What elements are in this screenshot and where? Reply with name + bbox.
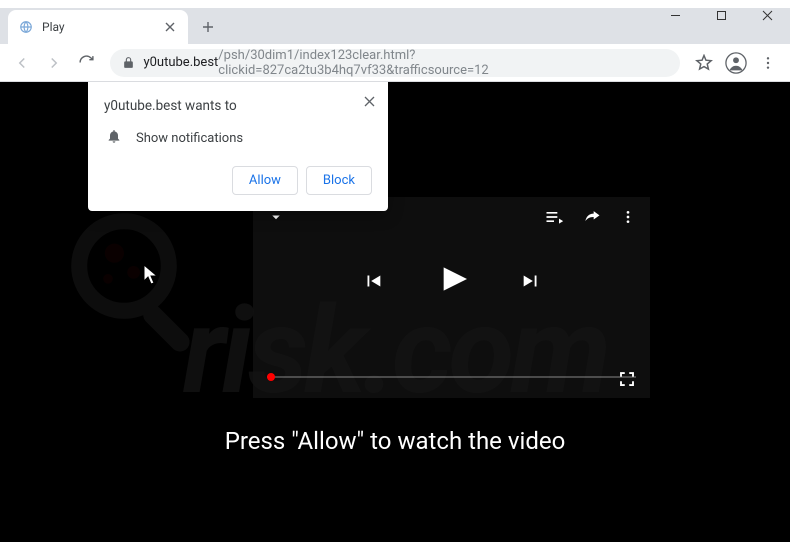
- tab-close-button[interactable]: [162, 19, 178, 35]
- lock-icon: [122, 56, 135, 69]
- allow-button[interactable]: Allow: [232, 166, 298, 195]
- permission-title: y0utube.best wants to: [104, 98, 372, 114]
- queue-icon[interactable]: [544, 207, 564, 227]
- fullscreen-button[interactable]: [618, 370, 636, 388]
- url-path: /psh/30dim1/index123clear.html?clickid=8…: [218, 48, 668, 78]
- permission-dialog: y0utube.best wants to Show notifications…: [88, 82, 388, 211]
- tab-strip: Play: [0, 8, 790, 44]
- share-icon[interactable]: [582, 207, 602, 227]
- page-content: risk.com y0utube.best wants to Show noti…: [0, 82, 790, 542]
- close-window-button[interactable]: [744, 0, 790, 30]
- progress-thumb[interactable]: [267, 373, 275, 381]
- bookmark-button[interactable]: [690, 49, 718, 77]
- cursor-icon: [143, 264, 159, 290]
- next-track-button[interactable]: [520, 270, 542, 292]
- browser-menu-button[interactable]: [754, 49, 782, 77]
- tab-title: Play: [42, 20, 162, 34]
- back-button[interactable]: [8, 49, 36, 77]
- tab-favicon: [18, 19, 34, 35]
- block-button[interactable]: Block: [306, 166, 372, 195]
- minimize-button[interactable]: [652, 0, 698, 30]
- profile-button[interactable]: [722, 49, 750, 77]
- maximize-button[interactable]: [698, 0, 744, 30]
- video-player: [253, 197, 650, 398]
- previous-track-button[interactable]: [362, 270, 384, 292]
- forward-button[interactable]: [40, 49, 68, 77]
- browser-tab[interactable]: Play: [8, 10, 188, 44]
- instruction-text: Press "Allow" to watch the video: [0, 427, 790, 455]
- permission-close-button[interactable]: [360, 92, 378, 110]
- bell-icon: [106, 128, 122, 148]
- address-bar[interactable]: y0utube.best/psh/30dim1/index123clear.ht…: [110, 49, 680, 77]
- reload-button[interactable]: [72, 49, 100, 77]
- window-controls: [652, 0, 790, 36]
- url-host: y0utube.best: [143, 55, 218, 70]
- progress-bar[interactable]: [267, 376, 636, 378]
- play-button[interactable]: [432, 259, 472, 303]
- more-icon[interactable]: [620, 209, 636, 225]
- watermark-glass-icon: [60, 202, 220, 362]
- new-tab-button[interactable]: [194, 13, 222, 41]
- browser-toolbar: y0utube.best/psh/30dim1/index123clear.ht…: [0, 44, 790, 82]
- permission-row-label: Show notifications: [136, 131, 243, 146]
